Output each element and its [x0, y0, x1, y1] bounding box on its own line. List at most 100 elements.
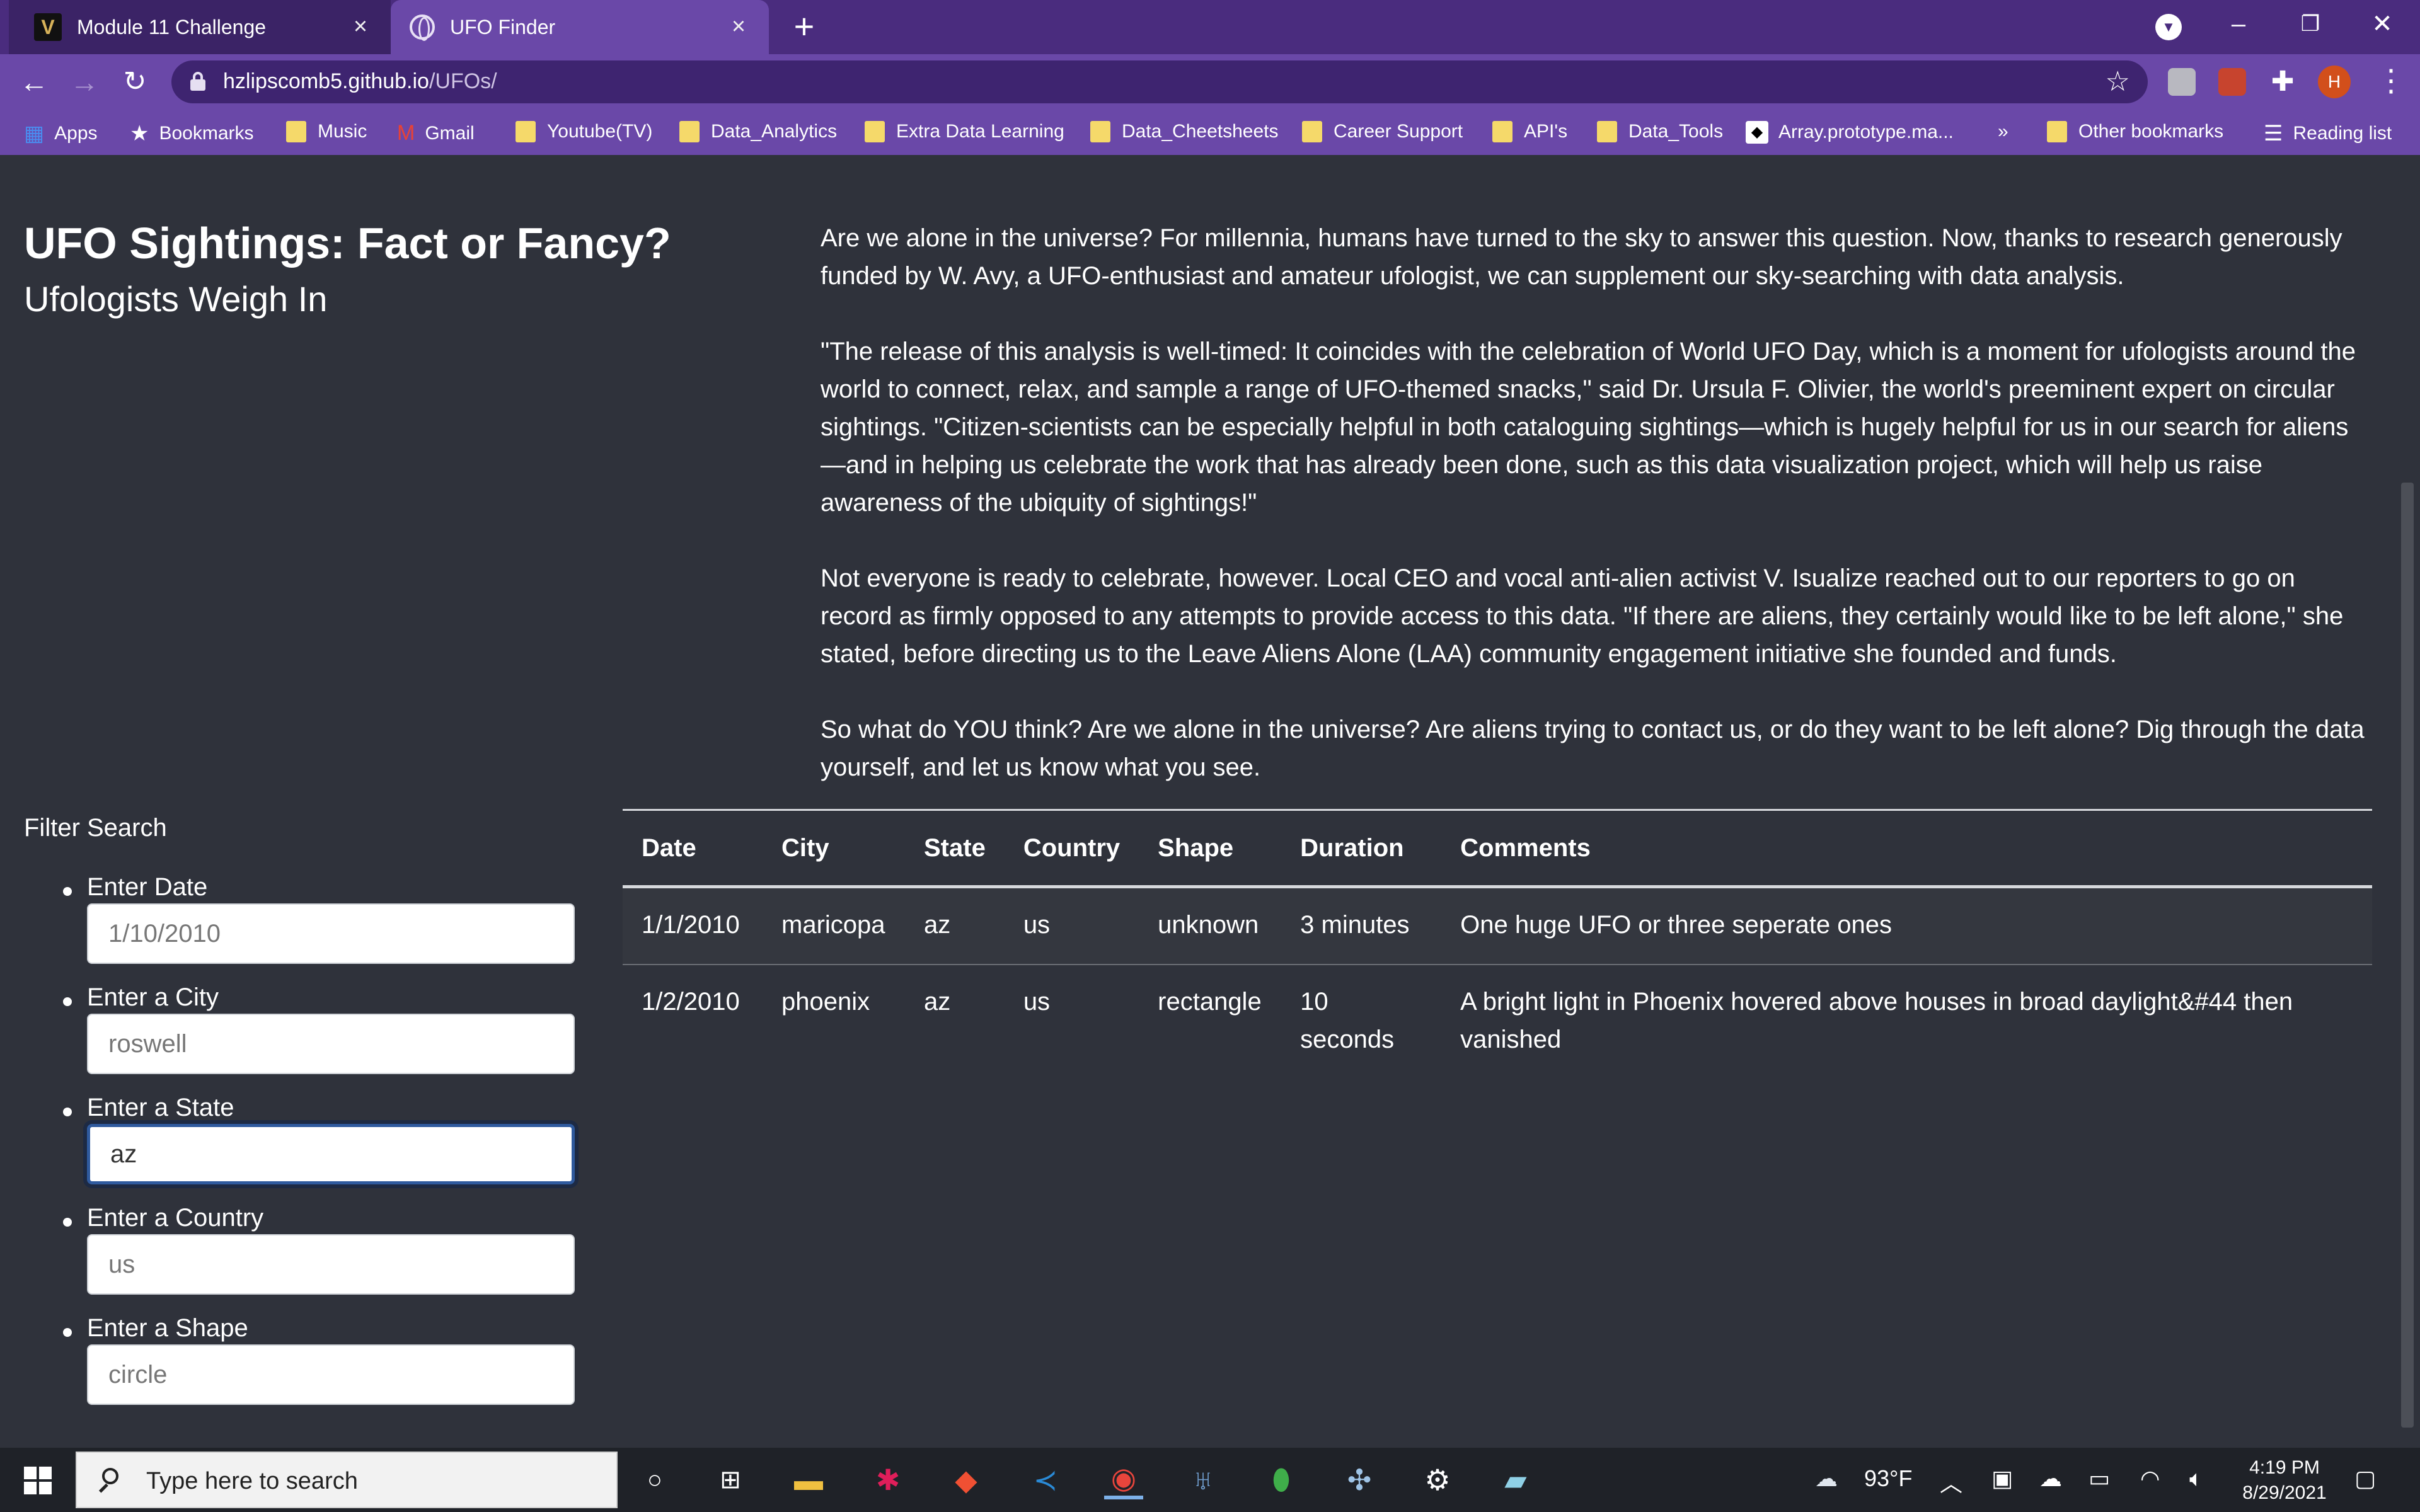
state-input[interactable] — [87, 1124, 575, 1184]
bookmark-data-tools[interactable]: Data_Tools — [1597, 121, 1723, 142]
table-header-row: Date City State Country Shape Duration C… — [623, 810, 2372, 887]
vscode-icon[interactable]: ≺ — [1026, 1460, 1065, 1499]
city-input[interactable] — [87, 1014, 575, 1074]
site-icon: ◆ — [1746, 121, 1768, 144]
bullet — [63, 1218, 72, 1227]
bookmark-bookmarks[interactable]: ★ Bookmarks — [130, 121, 254, 146]
address-bar[interactable]: hzlipscomb5.github.io/UFOs/ ☆ — [171, 60, 2148, 103]
git-icon[interactable]: ◆ — [947, 1460, 986, 1499]
bookmark-extra-data-learning[interactable]: Extra Data Learning — [865, 121, 1064, 142]
bookmark-career-support[interactable]: Career Support — [1302, 121, 1463, 142]
windows-start-icon[interactable] — [24, 1467, 52, 1494]
folder-icon — [516, 121, 536, 142]
page-content: UFO Sightings: Fact or Fancy? Ufologists… — [0, 155, 2395, 1448]
cell-date: 1/2/2010 — [642, 988, 740, 1016]
window-close-icon[interactable]: ✕ — [2363, 5, 2401, 43]
bookmark-array-prototype[interactable]: ◆ Array.prototype.ma... — [1746, 121, 1954, 144]
globe-icon — [410, 14, 435, 41]
extension-icon[interactable] — [2218, 68, 2246, 96]
onedrive-icon[interactable]: ☁ — [2039, 1465, 2062, 1492]
chrome-icon[interactable]: ◉ — [1104, 1460, 1143, 1499]
wifi-icon[interactable]: ◠ — [2140, 1465, 2160, 1492]
filter-label: Enter a State — [87, 1094, 234, 1121]
shape-input[interactable] — [87, 1344, 575, 1405]
folder-icon — [865, 121, 885, 142]
settings-icon[interactable]: ⚙ — [1418, 1460, 1457, 1499]
v-logo-icon: V — [34, 13, 62, 41]
mongodb-icon[interactable]: ⬮ — [1262, 1460, 1301, 1499]
weather-temperature[interactable]: 93°F — [1864, 1465, 1912, 1492]
reading-list-button[interactable]: ☰ Reading list — [2264, 121, 2392, 146]
cell-state: az — [924, 911, 951, 939]
bookmark-apps[interactable]: ▦ Apps — [24, 121, 98, 146]
forward-icon[interactable]: → — [67, 64, 102, 100]
bookmark-music[interactable]: Music — [286, 121, 367, 142]
bookmark-youtube-tv[interactable]: Youtube(TV) — [516, 121, 652, 142]
tableau-icon[interactable]: ✣ — [1340, 1460, 1379, 1499]
bookmarks-overflow-button[interactable]: » — [1998, 121, 2008, 142]
lock-icon — [190, 72, 205, 91]
new-tab-button[interactable]: + — [786, 9, 822, 44]
scrollbar-thumb[interactable] — [2401, 483, 2414, 1428]
restore-icon[interactable]: ❐ — [2291, 5, 2329, 43]
cell-country: us — [1023, 911, 1051, 939]
taskbar-search-placeholder: Type here to search — [146, 1468, 358, 1494]
tab-title: Module 11 Challenge — [77, 15, 267, 38]
close-icon[interactable]: × — [726, 14, 751, 39]
date-input[interactable] — [87, 903, 575, 964]
folder-icon — [1597, 121, 1617, 142]
cell-shape: rectangle — [1158, 988, 1262, 1016]
menu-icon[interactable]: ⋮ — [2376, 63, 2406, 98]
page-scrollbar[interactable] — [2395, 155, 2420, 1448]
slack-icon[interactable]: ✱ — [868, 1460, 908, 1499]
bookmark-gmail[interactable]: M Gmail — [397, 121, 475, 146]
reload-icon[interactable]: ↻ — [117, 64, 153, 100]
filter-title: Filter Search — [24, 814, 167, 842]
column-header-comments: Comments — [1460, 833, 1591, 862]
extension-icon[interactable] — [2168, 68, 2196, 96]
cortana-icon[interactable]: ○ — [635, 1460, 674, 1499]
filter-label: Enter a City — [87, 983, 219, 1011]
bookmark-data-cheetsheets[interactable]: Data_Cheetsheets — [1090, 121, 1279, 142]
filter-list: Enter Date Enter a City Enter a State En… — [0, 873, 605, 1424]
meet-now-icon[interactable]: ▣ — [1991, 1465, 2013, 1492]
task-view-icon[interactable]: ⊞ — [711, 1460, 750, 1499]
filter-state: Enter a State — [0, 1094, 605, 1204]
back-icon[interactable]: ← — [16, 64, 52, 100]
postgres-icon[interactable]: ♅ — [1184, 1460, 1223, 1499]
article-paragraph: So what do YOU think? Are we alone in th… — [821, 716, 2365, 781]
taskbar-clock[interactable]: 4:19 PM 8/29/2021 — [2231, 1455, 2338, 1506]
tab-module-11-challenge[interactable]: V Module 11 Challenge × — [9, 0, 391, 54]
close-icon[interactable]: × — [348, 14, 373, 39]
bookmark-star-icon[interactable]: ☆ — [2106, 66, 2130, 98]
tray-overflow-icon[interactable]: ︿ — [1940, 1465, 1962, 1498]
notifications-icon[interactable]: ▢ — [2354, 1465, 2376, 1492]
cell-city: phoenix — [781, 988, 870, 1016]
bookmark-other-bookmarks[interactable]: Other bookmarks — [2047, 121, 2223, 142]
puzzle-icon[interactable]: ✚ — [2269, 68, 2296, 96]
folder-icon — [1492, 121, 1512, 142]
battery-icon[interactable]: ▭ — [2089, 1465, 2110, 1492]
filter-country: Enter a Country — [0, 1204, 605, 1314]
minimize-icon[interactable]: – — [2220, 5, 2257, 43]
country-input[interactable] — [87, 1234, 575, 1295]
page-subtitle: Ufologists Weigh In — [24, 279, 328, 319]
article-paragraph: Not everyone is ready to celebrate, howe… — [821, 564, 2344, 668]
avatar[interactable]: H — [2318, 66, 2351, 98]
ufo-table: Date City State Country Shape Duration C… — [623, 809, 2372, 1079]
cell-comments: A bright light in Phoenix hovered above … — [1460, 988, 2293, 1053]
file-explorer-icon[interactable]: ▬ — [789, 1460, 828, 1499]
tab-search-icon[interactable]: ▼ — [2155, 14, 2182, 40]
gmail-icon: M — [397, 121, 415, 145]
filter-city: Enter a City — [0, 983, 605, 1094]
folder-icon — [1302, 121, 1322, 142]
column-header-shape: Shape — [1158, 833, 1234, 862]
tab-ufo-finder[interactable]: UFO Finder × — [391, 0, 769, 54]
windows-taskbar: Type here to search ○ ⊞ ▬ ✱ ◆ ≺ ◉ ♅ ⬮ ✣ … — [0, 1448, 2420, 1512]
bookmark-apis[interactable]: API's — [1492, 121, 1567, 142]
article-body: Are we alone in the universe? For millen… — [821, 219, 2372, 824]
taskbar-search-box[interactable]: Type here to search — [76, 1452, 618, 1508]
notepad-icon[interactable]: ▰ — [1496, 1460, 1535, 1499]
volume-icon[interactable]: 🔈︎ — [2189, 1465, 2203, 1492]
bookmark-data-analytics[interactable]: Data_Analytics — [679, 121, 837, 142]
